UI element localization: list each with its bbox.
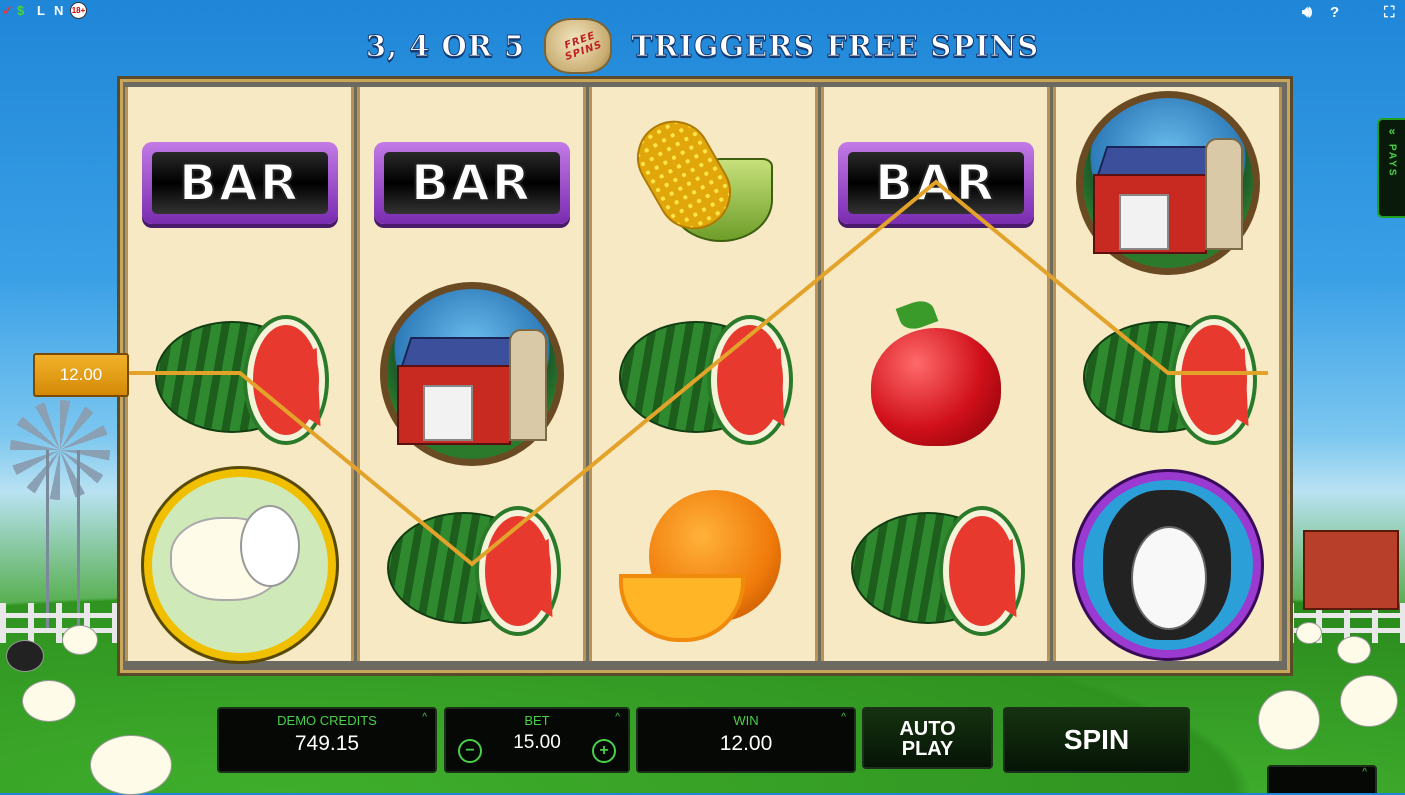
background-sheep — [1340, 675, 1398, 727]
spin-label: SPIN — [1063, 724, 1130, 755]
orange-symbol — [592, 469, 815, 660]
banner-left-text: 3, 4 OR 5 — [365, 29, 526, 64]
bet-panel: ^ BET 15.00 − + — [444, 707, 630, 773]
win-value: 12.00 — [719, 732, 773, 755]
bet-increase-button[interactable]: + — [592, 739, 616, 763]
credits-label: DEMO CREDITS — [277, 713, 377, 728]
apple-symbol — [824, 278, 1047, 469]
chevron-up-icon: ^ — [1362, 767, 1367, 778]
barn-symbol — [360, 278, 583, 469]
background-sheep — [90, 735, 172, 795]
bet-label: BET — [524, 713, 550, 728]
windmill-decoration — [10, 400, 110, 630]
background-sheep — [62, 625, 98, 655]
bar-symbol: BAR — [360, 87, 583, 278]
watermelon-symbol — [824, 469, 1048, 660]
fence-left — [0, 603, 118, 643]
bar-symbol: BAR — [824, 87, 1047, 278]
bar-label: BAR — [847, 151, 1024, 214]
license-n-icon: N — [54, 3, 64, 18]
chevron-up-icon: ^ — [615, 712, 620, 723]
expand-menu-button[interactable]: ^ — [1267, 765, 1377, 793]
age-badge: 18+ — [70, 2, 87, 19]
background-sheep — [1296, 622, 1322, 644]
reel-3 — [589, 87, 818, 661]
chevron-up-icon: ^ — [422, 712, 427, 723]
background-sheep — [22, 680, 76, 722]
reel-5 — [1053, 87, 1282, 661]
pays-chevron-icon: « — [1388, 124, 1396, 138]
win-panel: ^ WIN 12.00 — [636, 707, 856, 773]
dollar-icon: $ — [17, 3, 25, 18]
win-line-amount: 12.00 — [33, 353, 129, 397]
watermelon-symbol — [128, 278, 352, 469]
corn-symbol — [592, 87, 815, 278]
background-sheep — [1337, 636, 1371, 664]
autoplay-button[interactable]: AUTO PLAY — [862, 707, 993, 769]
autoplay-label-line1: AUTO — [899, 718, 956, 740]
bag-text: FREE SPINS — [563, 30, 605, 63]
bar-label: BAR — [151, 151, 328, 214]
bar-symbol: BAR — [128, 87, 351, 278]
background-black-sheep — [6, 640, 44, 672]
license-l-icon: L — [37, 3, 45, 18]
free-spins-banner: 3, 4 OR 5 FREE SPINS TRIGGERS FREE SPINS — [0, 18, 1405, 74]
credits-panel[interactable]: ^ DEMO CREDITS 749.15 — [217, 707, 437, 773]
banner-right-text: TRIGGERS FREE SPINS — [631, 29, 1040, 64]
reels-frame: BAR BAR BAR — [117, 76, 1293, 676]
pays-label: PAYS — [1386, 144, 1398, 178]
reel-1: BAR — [125, 87, 354, 661]
bet-decrease-button[interactable]: − — [458, 739, 482, 763]
autoplay-label-line2: PLAY — [901, 738, 954, 760]
reel-4: BAR — [821, 87, 1050, 661]
reel-2: BAR — [357, 87, 586, 661]
free-spins-bag-icon: FREE SPINS — [544, 18, 613, 74]
check-icon: ✓ — [2, 3, 13, 18]
white-sheep-symbol — [128, 468, 351, 661]
chevron-up-icon: ^ — [841, 712, 846, 723]
bar-label: BAR — [383, 151, 560, 214]
watermelon-symbol — [360, 469, 584, 660]
background-sheep — [1258, 690, 1320, 750]
black-sheep-symbol — [1056, 469, 1279, 660]
watermelon-symbol — [592, 278, 816, 469]
background-barn — [1303, 530, 1399, 610]
credits-value: 749.15 — [294, 732, 360, 755]
pays-tab[interactable]: « PAYS — [1377, 118, 1405, 218]
watermelon-symbol — [1056, 278, 1280, 469]
spin-button[interactable]: SPIN — [1003, 707, 1190, 773]
barn-symbol — [1056, 87, 1279, 278]
win-label: WIN — [733, 713, 759, 728]
